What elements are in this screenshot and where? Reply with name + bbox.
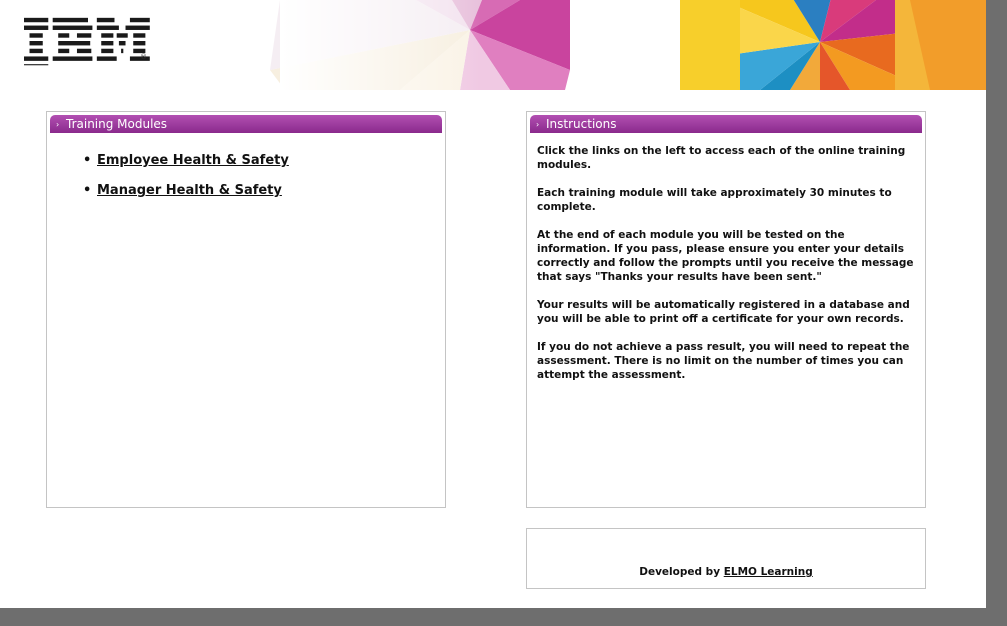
registered-mark: ® [140, 53, 147, 61]
training-modules-title: Training Modules [66, 117, 168, 131]
chevron-right-icon: › [536, 120, 540, 129]
list-item: • Manager Health & Safety [83, 182, 289, 200]
developed-by-label: Developed by [639, 566, 721, 578]
bullet-icon: • [83, 183, 92, 198]
instructions-body: Click the links on the left to access ea… [537, 144, 921, 396]
bullet-icon: • [83, 153, 92, 168]
instructions-panel: › Instructions Click the links on the lef… [526, 111, 926, 508]
instruction-paragraph: If you do not achieve a pass result, you… [537, 341, 910, 381]
chevron-right-icon: › [56, 120, 60, 129]
training-modules-header: › Training Modules [50, 115, 442, 133]
list-item: • Employee Health & Safety [83, 152, 289, 170]
instruction-paragraph: Click the links on the left to access ea… [537, 145, 906, 171]
instruction-paragraph: Your results will be automatically regis… [537, 299, 910, 325]
instruction-paragraph: At the end of each module you will be te… [537, 229, 914, 283]
module-list: • Employee Health & Safety • Manager Hea… [83, 152, 289, 212]
instruction-paragraph: Each training module will take approxima… [537, 187, 892, 213]
footer-credit: Developed by ELMO Learning [527, 566, 925, 578]
footer-panel: Developed by ELMO Learning [526, 528, 926, 589]
instructions-title: Instructions [546, 117, 617, 131]
ibm-logo [24, 17, 150, 66]
training-modules-panel: › Training Modules • Employee Health & Sa… [46, 111, 446, 508]
instructions-header: › Instructions [530, 115, 922, 133]
manager-health-safety-link[interactable]: Manager Health & Safety [97, 183, 282, 198]
employee-health-safety-link[interactable]: Employee Health & Safety [97, 153, 289, 168]
elmo-learning-link[interactable]: ELMO Learning [724, 566, 813, 578]
page: ® › Training Modules • Employee Health & … [0, 0, 986, 608]
header-banner: ® [0, 0, 986, 90]
